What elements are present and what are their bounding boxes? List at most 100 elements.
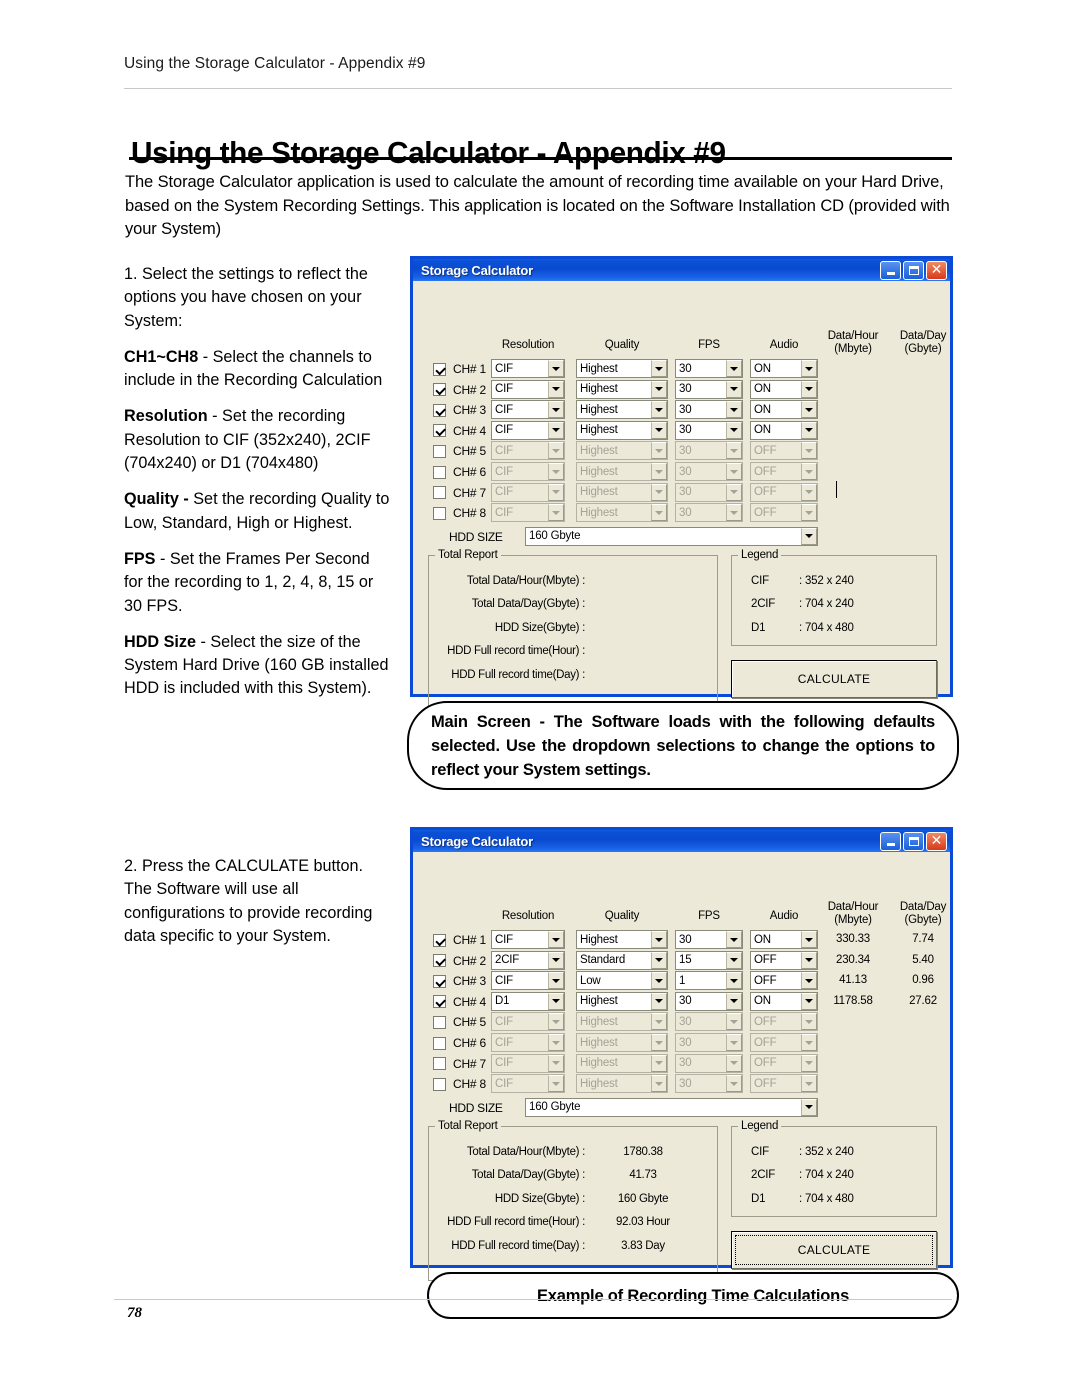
minimize-icon[interactable] (880, 831, 901, 851)
chevron-down-icon[interactable] (651, 992, 667, 1010)
channel-checkbox-4[interactable] (433, 424, 446, 438)
fps-dropdown-4[interactable]: 30 (675, 991, 743, 1011)
channel-checkbox-3[interactable] (433, 974, 446, 988)
quality-dropdown-3[interactable]: Highest (576, 400, 668, 420)
quality-dropdown-3[interactable]: Low (576, 971, 668, 991)
hdd-size-label: HDD SIZE (449, 529, 503, 544)
quality-dropdown-7: Highest (576, 1053, 668, 1073)
fps-dropdown-2[interactable]: 30 (675, 379, 743, 399)
channel-checkbox-2[interactable] (433, 954, 446, 968)
minimize-icon[interactable] (880, 260, 901, 280)
chevron-down-icon[interactable] (651, 401, 667, 419)
maximize-icon[interactable] (903, 260, 924, 280)
resolution-dropdown-1[interactable]: CIF (491, 930, 565, 949)
quality-dropdown-3-value: Low (580, 974, 601, 987)
fps-dropdown-1[interactable]: 30 (675, 359, 743, 378)
chevron-down-icon[interactable] (651, 972, 667, 990)
resolution-dropdown-4[interactable]: D1 (491, 991, 565, 1011)
resolution-dropdown-1[interactable]: CIF (491, 359, 565, 378)
channel-row: CH# 5 (433, 1012, 486, 1032)
chevron-down-icon[interactable] (651, 360, 667, 377)
chevron-down-icon[interactable] (651, 380, 667, 398)
channel-checkbox-5[interactable] (433, 444, 446, 458)
fps-dropdown-1[interactable]: 30 (675, 930, 743, 949)
chevron-down-icon[interactable] (726, 421, 742, 439)
chevron-down-icon[interactable] (726, 992, 742, 1010)
fps-dropdown-3[interactable]: 1 (675, 971, 743, 991)
legend-key-2cif: 2CIF (751, 598, 776, 611)
storage-calculator-window-1[interactable]: Storage Calculator ✕ Resolution Quality FPS A… (410, 256, 953, 710)
chevron-down-icon[interactable] (726, 951, 742, 969)
legend-key-d1: D1 (751, 621, 766, 634)
quality-dropdown-4[interactable]: Highest (576, 991, 668, 1011)
fps-dropdown-3[interactable]: 30 (675, 400, 743, 420)
resolution-dropdown-5: CIF (491, 441, 565, 461)
quality-dropdown-1[interactable]: Highest (576, 930, 668, 949)
chevron-down-icon[interactable] (651, 421, 667, 439)
chevron-down-icon[interactable] (548, 992, 564, 1010)
resolution-dropdown-2[interactable]: CIF (491, 379, 565, 399)
channel-checkbox-2[interactable] (433, 383, 446, 397)
maximize-icon[interactable] (903, 831, 924, 851)
channel-checkbox-6[interactable] (433, 465, 446, 479)
channel-checkbox-8[interactable] (433, 1077, 446, 1091)
chevron-down-icon[interactable] (548, 931, 564, 948)
chevron-down-icon[interactable] (801, 401, 817, 419)
channel-checkbox-7[interactable] (433, 486, 446, 500)
quality-dropdown-2[interactable]: Highest (576, 379, 668, 399)
chevron-down-icon[interactable] (548, 401, 564, 419)
close-icon[interactable]: ✕ (926, 260, 947, 280)
fps-dropdown-1-value: 30 (679, 933, 692, 946)
channel-checkbox-4[interactable] (433, 995, 446, 1009)
channel-checkbox-1[interactable] (433, 362, 446, 376)
chevron-down-icon[interactable] (726, 380, 742, 398)
channel-checkbox-6[interactable] (433, 1036, 446, 1050)
quality-dropdown-2[interactable]: Standard (576, 950, 668, 970)
chevron-down-icon[interactable] (548, 380, 564, 398)
hdd-size-dropdown[interactable]: 160 Gbyte (525, 526, 818, 546)
fps-dropdown-2[interactable]: 15 (675, 950, 743, 970)
quality-dropdown-1[interactable]: Highest (576, 359, 668, 378)
window-titlebar[interactable]: Storage Calculator ✕ (410, 827, 953, 852)
chevron-down-icon[interactable] (801, 1098, 817, 1116)
calculate-button[interactable]: CALCULATE (731, 659, 937, 698)
channel-checkbox-5[interactable] (433, 1015, 446, 1029)
audio-dropdown-7: OFF (750, 1053, 818, 1073)
storage-calculator-window-2[interactable]: Storage Calculator ✕ Resolution Quality FPS A… (410, 827, 953, 1281)
window-titlebar[interactable]: Storage Calculator ✕ (410, 256, 953, 281)
audio-dropdown-1[interactable]: ON (750, 359, 818, 378)
chevron-down-icon[interactable] (801, 380, 817, 398)
audio-dropdown-3[interactable]: ON (750, 400, 818, 420)
resolution-dropdown-4[interactable]: CIF (491, 420, 565, 440)
chevron-down-icon[interactable] (726, 360, 742, 377)
chevron-down-icon[interactable] (548, 421, 564, 439)
resolution-dropdown-2[interactable]: 2CIF (491, 950, 565, 970)
audio-dropdown-5-value: OFF (754, 444, 777, 457)
chevron-down-icon[interactable] (801, 527, 817, 545)
audio-dropdown-2[interactable]: ON (750, 379, 818, 399)
calculate-button[interactable]: CALCULATE (731, 1230, 937, 1269)
channel-checkbox-8[interactable] (433, 506, 446, 520)
chevron-down-icon[interactable] (726, 931, 742, 948)
chevron-down-icon[interactable] (548, 972, 564, 990)
close-icon[interactable]: ✕ (926, 831, 947, 851)
report-label-5: HDD Full record time(Day) : (451, 668, 585, 681)
chevron-down-icon[interactable] (548, 951, 564, 969)
chevron-down-icon[interactable] (801, 421, 817, 439)
hdd-size-dropdown[interactable]: 160 Gbyte (525, 1097, 818, 1117)
chevron-down-icon[interactable] (548, 360, 564, 377)
chevron-down-icon[interactable] (726, 972, 742, 990)
chevron-down-icon[interactable] (726, 401, 742, 419)
resolution-dropdown-3[interactable]: CIF (491, 971, 565, 991)
fps-dropdown-4[interactable]: 30 (675, 420, 743, 440)
channel-checkbox-7[interactable] (433, 1057, 446, 1071)
chevron-down-icon[interactable] (651, 951, 667, 969)
chevron-down-icon[interactable] (651, 931, 667, 948)
chevron-down-icon[interactable] (801, 360, 817, 377)
channel-checkbox-1[interactable] (433, 933, 446, 947)
audio-dropdown-4[interactable]: ON (750, 420, 818, 440)
quality-dropdown-4[interactable]: Highest (576, 420, 668, 440)
resolution-dropdown-3[interactable]: CIF (491, 400, 565, 420)
quality-dropdown-1-value: Highest (580, 933, 618, 946)
channel-checkbox-3[interactable] (433, 403, 446, 417)
